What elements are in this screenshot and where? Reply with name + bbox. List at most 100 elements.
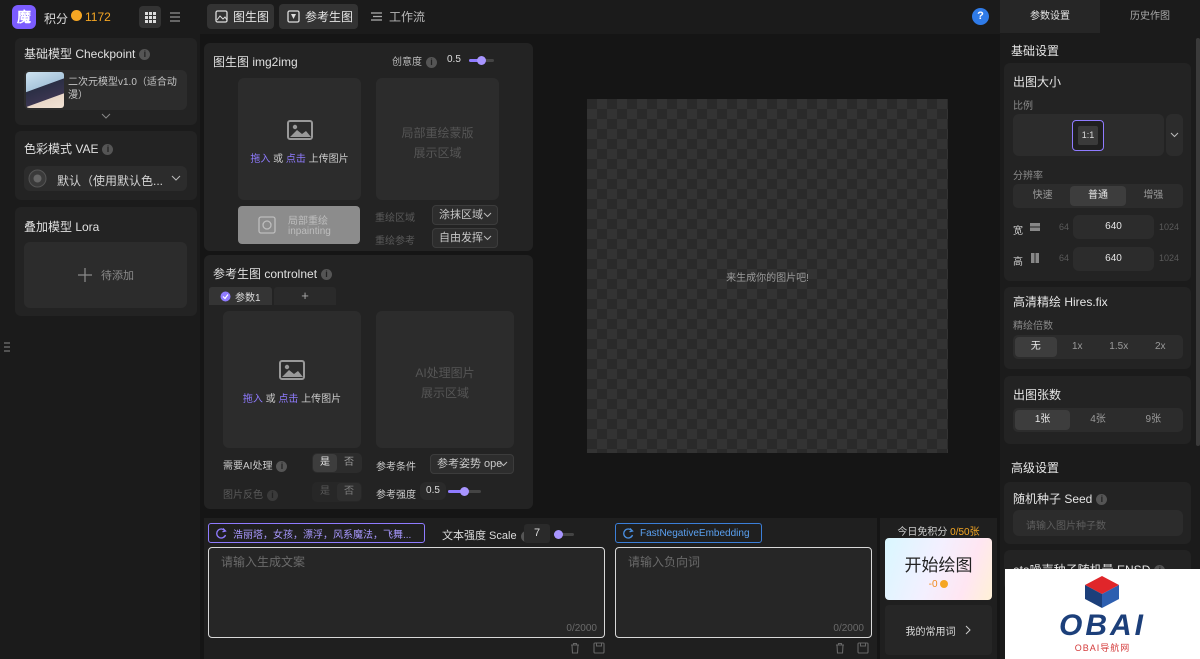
info-icon[interactable]: i <box>321 269 333 281</box>
negative-textarea[interactable]: 请输入负向词 0/2000 <box>615 547 872 638</box>
ratio-option-1-1[interactable]: 1:1 <box>1072 120 1104 151</box>
need-ai-toggle[interactable]: 是 否 <box>312 453 362 473</box>
repaint-ref-select[interactable]: 自由发挥 <box>432 228 498 248</box>
img2img-upload-area[interactable]: 拖入 或 点击 上传图片 <box>238 78 361 200</box>
count-9[interactable]: 9张 <box>1126 410 1181 430</box>
tab-img2img-label: 图生图 <box>233 10 270 24</box>
advanced-settings-header: 高级设置 <box>1011 461 1060 475</box>
hires-selector[interactable]: 无 1x 1.5x 2x <box>1013 335 1183 359</box>
info-icon[interactable]: i <box>276 460 288 472</box>
save-icon[interactable] <box>857 642 869 654</box>
tab-history[interactable]: 历史作图 <box>1100 0 1200 33</box>
resolution-enhanced[interactable]: 增强 <box>1126 186 1181 206</box>
invert-yes[interactable]: 是 <box>313 483 337 501</box>
controlnet-add-tab[interactable]: + <box>274 287 336 305</box>
need-ai-no[interactable]: 否 <box>337 454 361 472</box>
grid-view-button[interactable] <box>139 6 161 28</box>
resolution-selector[interactable]: 快速 普通 增强 <box>1013 184 1183 208</box>
list-view-button[interactable] <box>164 6 186 28</box>
app-logo[interactable]: 魔 <box>12 5 36 29</box>
canvas-empty-text: 来生成你的图片吧! <box>726 273 809 284</box>
prompt-count: 0/2000 <box>566 623 597 634</box>
creativity-slider[interactable] <box>469 56 494 65</box>
controlnet-upload-area[interactable]: 拖入 或 点击 上传图片 <box>223 311 361 448</box>
info-icon[interactable]: i <box>1096 494 1108 506</box>
tab-reference[interactable]: 参考生图 <box>279 4 358 29</box>
condition-select[interactable]: 参考姿势 ope <box>430 454 514 474</box>
image-upload-icon <box>279 360 305 380</box>
height-input[interactable]: 640 <box>1073 247 1154 271</box>
inpaint-line2: inpainting <box>288 226 331 237</box>
chevron-down-icon <box>499 461 508 467</box>
ratio-expand-button[interactable] <box>1166 114 1183 156</box>
resolution-fast[interactable]: 快速 <box>1015 186 1070 206</box>
invert-toggle[interactable]: 是 否 <box>312 482 362 502</box>
seed-input[interactable]: 请输入图片种子数 <box>1013 510 1183 536</box>
ratio-selector[interactable]: 1:1 <box>1013 114 1164 156</box>
invert-no[interactable]: 否 <box>337 483 361 501</box>
width-input[interactable]: 640 <box>1073 215 1154 239</box>
repaint-area-label: 重绘区域 <box>375 213 415 224</box>
save-icon[interactable] <box>593 642 605 654</box>
width-label: 宽 <box>1013 226 1023 237</box>
checkpoint-model-card[interactable]: 二次元模型v1.0（适合动漫） <box>24 70 187 110</box>
right-scrollbar[interactable] <box>1196 38 1200 446</box>
prompt-textarea[interactable]: 请输入生成文案 0/2000 <box>208 547 605 638</box>
lora-panel: 叠加模型 Lora 待添加 <box>15 207 197 316</box>
ratio-label: 比例 <box>1013 101 1033 112</box>
checkpoint-panel: 基础模型 Checkpoint i 二次元模型v1.0（适合动漫） <box>15 38 197 125</box>
need-ai-yes[interactable]: 是 <box>313 454 337 472</box>
scale-value-box[interactable]: 7 <box>524 524 550 543</box>
trash-icon[interactable] <box>569 642 581 654</box>
tab-workflow[interactable]: 工作流 <box>364 4 430 29</box>
trash-icon[interactable] <box>834 642 846 654</box>
seed-title: 随机种子 Seed <box>1013 492 1093 506</box>
hires-none[interactable]: 无 <box>1015 337 1057 357</box>
hires-1-5x[interactable]: 1.5x <box>1098 337 1140 357</box>
basic-settings-header: 基础设置 <box>1011 44 1060 58</box>
count-1[interactable]: 1张 <box>1015 410 1071 430</box>
controlnet-tab-1[interactable]: 参数1 <box>209 287 272 305</box>
generate-button-label: 开始绘图 <box>904 556 973 575</box>
repaint-area-select[interactable]: 涂抹区域 <box>432 205 498 225</box>
count-4[interactable]: 4张 <box>1070 410 1125 430</box>
info-icon[interactable]: i <box>102 144 114 156</box>
strength-slider[interactable] <box>448 487 481 496</box>
strength-label: 参考强度 <box>376 490 416 501</box>
help-button[interactable]: ? <box>972 8 989 25</box>
info-icon[interactable]: i <box>139 49 151 61</box>
chevron-down-icon[interactable] <box>101 113 111 120</box>
generate-button[interactable]: 开始绘图 -0 <box>885 538 992 600</box>
vae-panel: 色彩模式 VAE i 默认（使用默认色... <box>15 131 197 200</box>
upload-click-link[interactable]: 点击 <box>278 394 298 405</box>
common-words-button[interactable]: 我的常用词 <box>885 605 992 655</box>
upload-drag-link[interactable]: 拖入 <box>250 154 270 165</box>
vae-select[interactable]: 默认（使用默认色... <box>24 166 187 191</box>
tab-params[interactable]: 参数设置 <box>1000 0 1100 33</box>
prompt-tags-chip[interactable]: 浩丽塔，女孩，漂浮，风系魔法，飞舞... <box>208 523 425 543</box>
negative-tag-chip[interactable]: FastNegativeEmbedding <box>615 523 762 543</box>
upload-click-link[interactable]: 点击 <box>286 154 306 165</box>
upload-drag-link[interactable]: 拖入 <box>243 394 263 405</box>
info-icon[interactable]: i <box>267 489 278 501</box>
hires-2x[interactable]: 2x <box>1140 337 1182 357</box>
watermark-sub: OBAI导航网 <box>1074 643 1131 653</box>
negative-count: 0/2000 <box>833 623 864 634</box>
sidebar-collapse-handle[interactable] <box>3 340 11 354</box>
count-selector[interactable]: 1张 4张 9张 <box>1013 408 1183 432</box>
scale-slider[interactable] <box>554 530 574 539</box>
info-icon[interactable]: i <box>426 56 437 68</box>
tab-img2img[interactable]: 图生图 <box>207 4 274 29</box>
count-panel: 出图张数 1张 4张 9张 <box>1004 376 1191 444</box>
mask-line2: 展示区域 <box>413 146 462 160</box>
watermark-box: OBAI OBAI导航网 <box>1005 569 1200 659</box>
strength-value-box[interactable]: 0.5 <box>420 482 446 500</box>
seed-panel: 随机种子 Seed i 请输入图片种子数 <box>1004 482 1191 544</box>
inpainting-button[interactable]: 局部重绘 inpainting <box>238 206 360 244</box>
ai-line1: AI处理图片 <box>415 366 475 380</box>
prompt-tags: 浩丽塔，女孩，漂浮，风系魔法，飞舞... <box>233 529 412 541</box>
lora-add-button[interactable]: 待添加 <box>24 242 187 308</box>
hires-1x[interactable]: 1x <box>1057 337 1099 357</box>
common-words-label: 我的常用词 <box>905 626 956 638</box>
resolution-normal[interactable]: 普通 <box>1070 186 1126 206</box>
